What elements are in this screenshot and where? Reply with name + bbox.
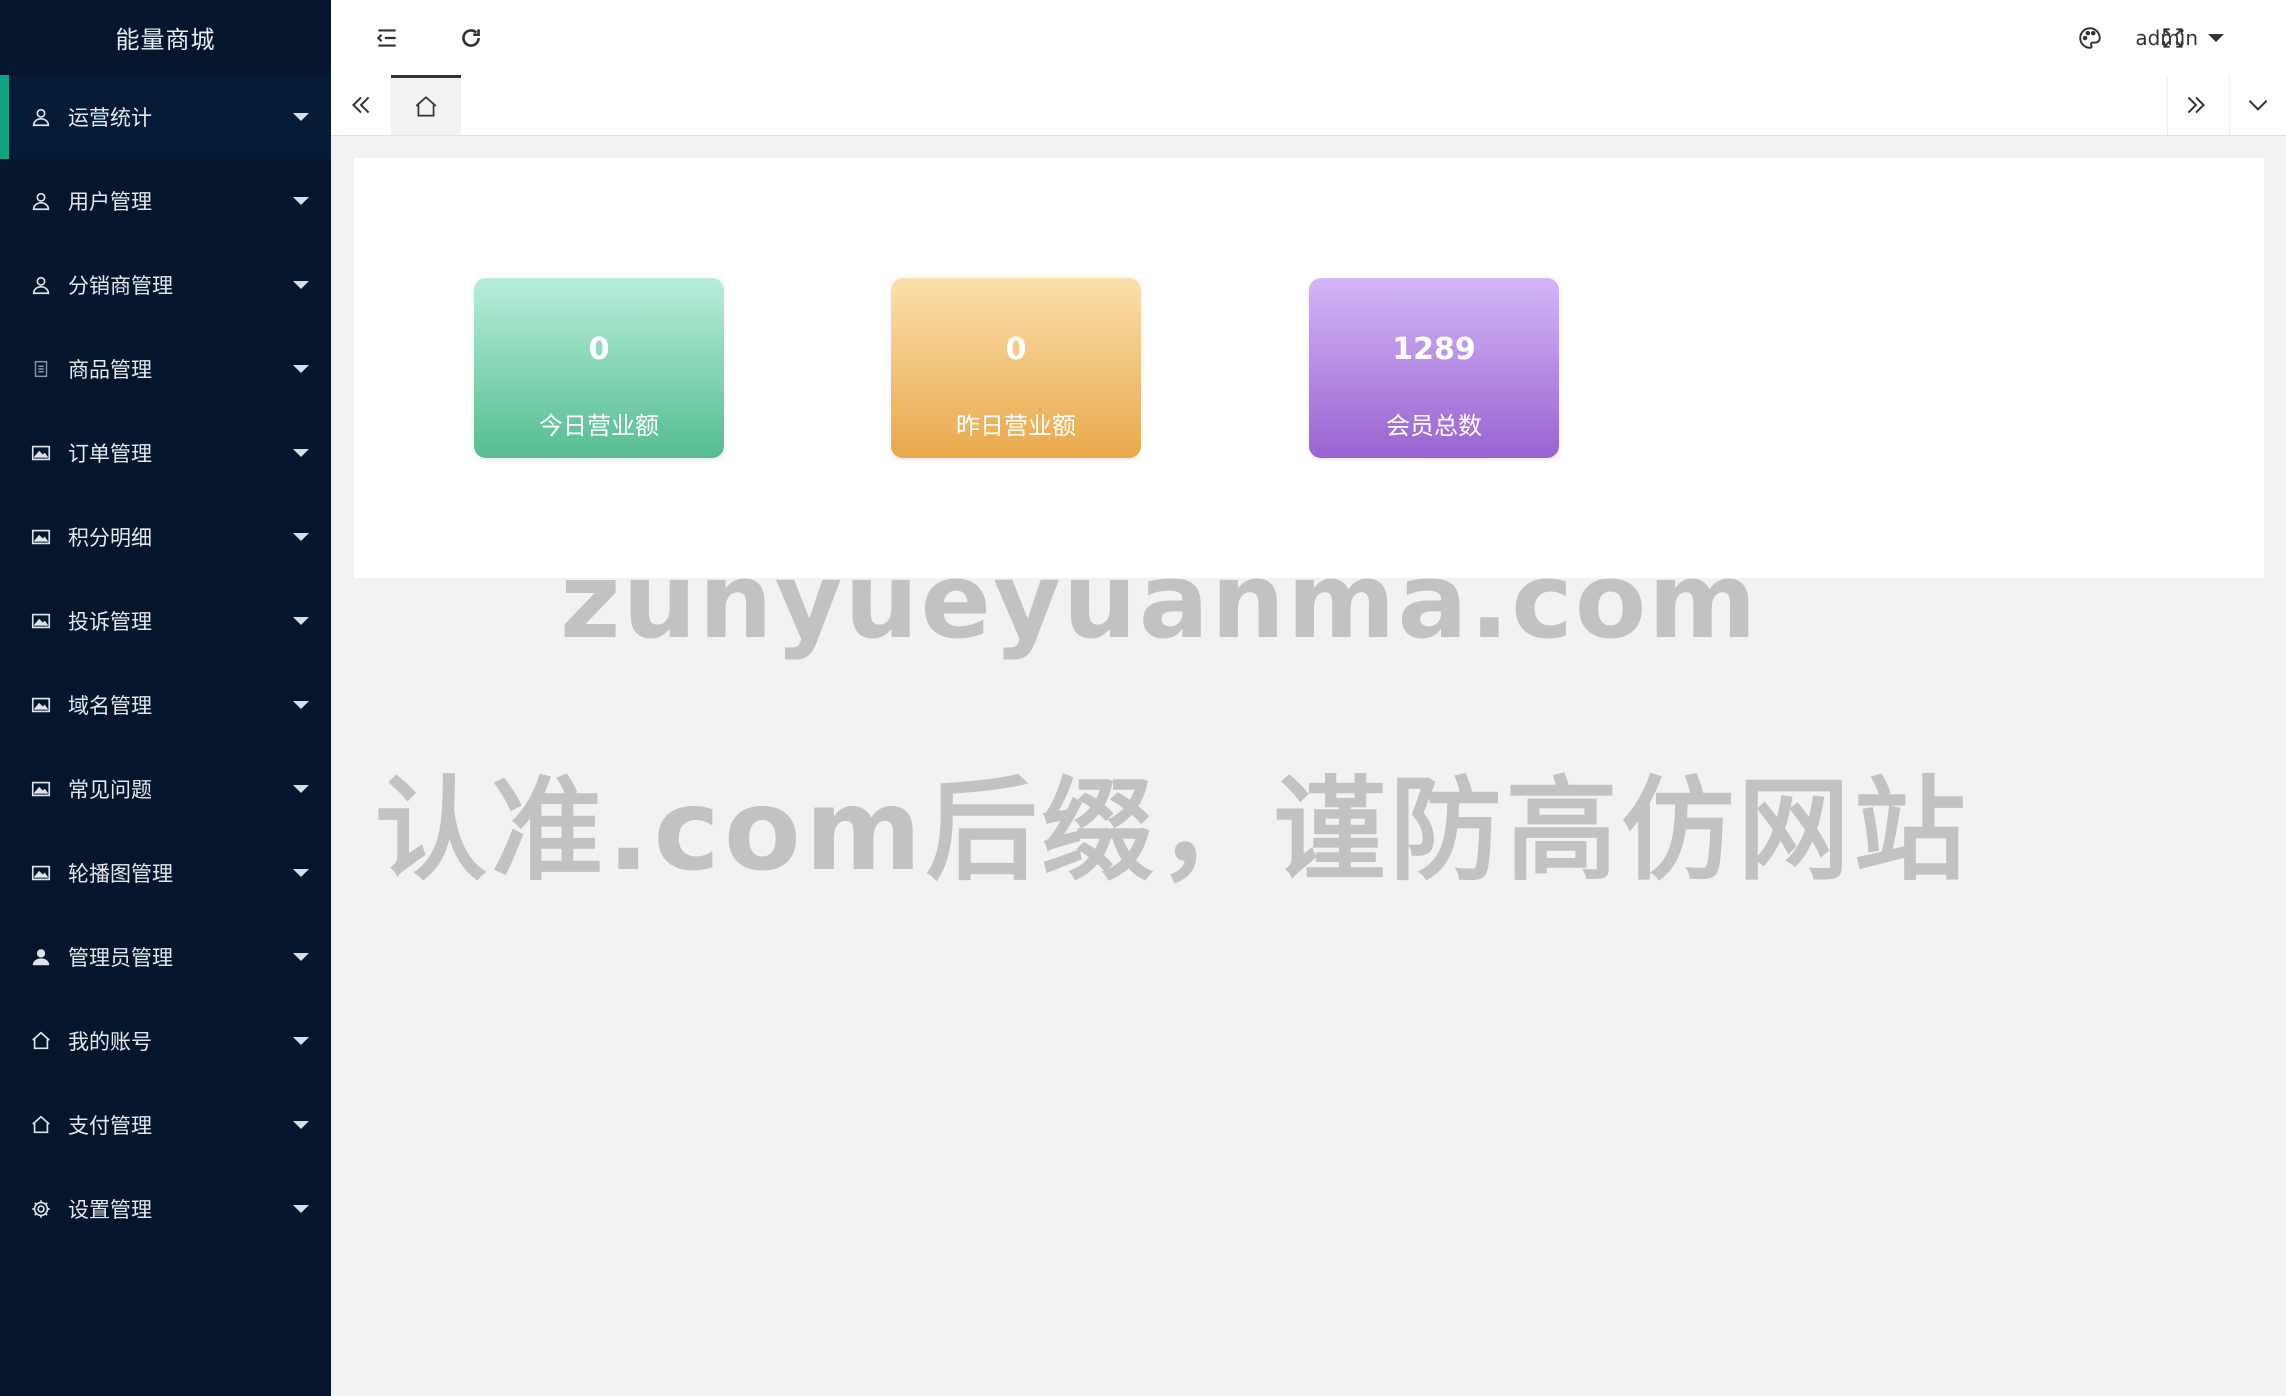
sidebar-item-points-detail[interactable]: 积分明细 <box>0 495 331 579</box>
caret-down-icon <box>293 1205 309 1213</box>
image-icon <box>29 525 53 549</box>
caret-down-icon <box>2208 33 2224 42</box>
double-chevron-left-icon[interactable] <box>333 75 389 135</box>
sidebar-item-label: 支付管理 <box>68 1114 152 1138</box>
caret-down-icon <box>293 869 309 877</box>
caret-down-icon <box>293 785 309 793</box>
sidebar-item-admin-management[interactable]: 管理员管理 <box>0 915 331 999</box>
stat-card-today-revenue[interactable]: 0 今日营业额 <box>474 278 724 458</box>
user-icon <box>29 189 53 213</box>
stat-label: 昨日营业额 <box>956 412 1076 440</box>
sidebar-item-settings[interactable]: 设置管理 <box>0 1167 331 1251</box>
image-icon <box>29 441 53 465</box>
sidebar-item-label: 投诉管理 <box>68 610 152 634</box>
caret-down-icon <box>293 533 309 541</box>
caret-down-icon <box>293 449 309 457</box>
caret-down-icon <box>293 281 309 289</box>
sidebar-item-my-account[interactable]: 我的账号 <box>0 999 331 1083</box>
caret-down-icon <box>293 113 309 121</box>
tab-bar <box>331 75 2286 136</box>
palette-icon[interactable] <box>2070 18 2110 58</box>
stat-value: 0 <box>1005 332 1027 367</box>
sidebar-item-complaint-management[interactable]: 投诉管理 <box>0 579 331 663</box>
sidebar-item-operation-stats[interactable]: 运营统计 <box>0 75 331 159</box>
sidebar-item-order-management[interactable]: 订单管理 <box>0 411 331 495</box>
caret-down-icon <box>293 1037 309 1045</box>
stat-label: 会员总数 <box>1386 412 1482 440</box>
stat-value: 0 <box>588 332 610 367</box>
sidebar-item-label: 用户管理 <box>68 190 152 214</box>
sidebar-item-distributor-management[interactable]: 分销商管理 <box>0 243 331 327</box>
sidebar-menu: 运营统计 用户管理 分销商管理 商品管理 订单管理 积分明细 投诉管理 域名管理… <box>0 75 331 1251</box>
caret-down-icon <box>293 365 309 373</box>
sidebar-item-label: 分销商管理 <box>68 274 173 298</box>
caret-down-icon <box>293 617 309 625</box>
sidebar-item-label: 商品管理 <box>68 358 152 382</box>
user-icon <box>29 105 53 129</box>
gear-icon <box>29 1197 53 1221</box>
tab-home[interactable] <box>391 75 461 135</box>
image-icon <box>29 693 53 717</box>
user-icon <box>29 273 53 297</box>
username: admin <box>2135 25 2198 50</box>
sidebar-item-banner-management[interactable]: 轮播图管理 <box>0 831 331 915</box>
image-icon <box>29 777 53 801</box>
sidebar-item-label: 常见问题 <box>68 778 152 802</box>
home-icon <box>29 1113 53 1137</box>
home-icon <box>415 95 437 117</box>
file-icon <box>29 357 53 381</box>
sidebar-item-faq[interactable]: 常见问题 <box>0 747 331 831</box>
person-icon <box>29 945 53 969</box>
brand-title: 能量商城 <box>115 26 216 54</box>
home-icon <box>29 1029 53 1053</box>
watermark-notice: 认准.com后缀，谨防高仿网站 <box>375 766 1970 896</box>
sidebar-item-label: 积分明细 <box>68 526 152 550</box>
caret-down-icon <box>293 701 309 709</box>
sidebar-item-payment-management[interactable]: 支付管理 <box>0 1083 331 1167</box>
sidebar-item-label: 管理员管理 <box>68 946 173 970</box>
caret-down-icon <box>293 1121 309 1129</box>
stat-label: 今日营业额 <box>539 412 659 440</box>
sidebar-item-label: 轮播图管理 <box>68 862 173 886</box>
stat-value: 1289 <box>1392 332 1476 367</box>
refresh-icon[interactable] <box>451 18 491 58</box>
menu-collapse-icon[interactable] <box>367 18 407 58</box>
user-menu[interactable]: admin <box>2135 0 2224 75</box>
sidebar-item-label: 我的账号 <box>68 1030 152 1054</box>
caret-down-icon <box>293 197 309 205</box>
top-header: admin <box>331 0 2286 76</box>
stat-card-yesterday-revenue[interactable]: 0 昨日营业额 <box>891 278 1141 458</box>
dashboard-panel: 0 今日营业额 0 昨日营业额 1289 会员总数 <box>354 158 2264 578</box>
sidebar-item-label: 运营统计 <box>68 106 152 130</box>
image-icon <box>29 609 53 633</box>
sidebar-item-label: 订单管理 <box>68 442 152 466</box>
sidebar-item-domain-management[interactable]: 域名管理 <box>0 663 331 747</box>
stat-card-member-total[interactable]: 1289 会员总数 <box>1309 278 1559 458</box>
caret-down-icon <box>293 953 309 961</box>
double-chevron-right-icon[interactable] <box>2167 75 2224 135</box>
watermark-domain: zunyueyuanma.com <box>560 540 1759 662</box>
image-icon <box>29 861 53 885</box>
sidebar-item-user-management[interactable]: 用户管理 <box>0 159 331 243</box>
chevron-down-icon[interactable] <box>2229 75 2286 135</box>
sidebar-item-product-management[interactable]: 商品管理 <box>0 327 331 411</box>
sidebar-item-label: 域名管理 <box>68 694 152 718</box>
sidebar: 能量商城 运营统计 用户管理 分销商管理 商品管理 订单管理 积分明细 投诉管理… <box>0 0 331 1396</box>
sidebar-item-label: 设置管理 <box>68 1198 152 1222</box>
